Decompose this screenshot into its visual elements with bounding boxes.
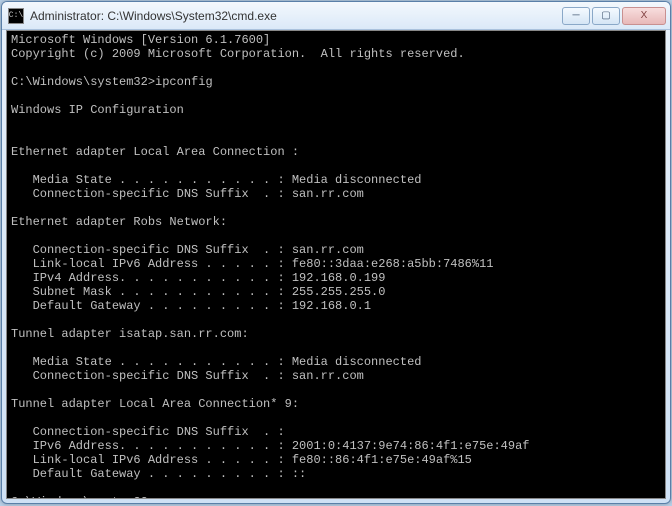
titlebar[interactable]: C:\ Administrator: C:\Windows\System32\c…	[2, 2, 670, 30]
dns-suffix: Connection-specific DNS Suffix . :	[11, 425, 285, 439]
terminal-output[interactable]: Microsoft Windows [Version 6.1.7600] Cop…	[6, 30, 666, 499]
default-gateway: Default Gateway . . . . . . . . . : 192.…	[11, 299, 371, 313]
dns-suffix: Connection-specific DNS Suffix . : san.r…	[11, 369, 364, 383]
default-gateway: Default Gateway . . . . . . . . . : ::	[11, 467, 306, 481]
dns-suffix: Connection-specific DNS Suffix . : san.r…	[11, 243, 364, 257]
window-buttons: ─ ▢ X	[562, 7, 666, 25]
maximize-button[interactable]: ▢	[592, 7, 620, 25]
ipv6-address: IPv6 Address. . . . . . . . . . . : 2001…	[11, 439, 529, 453]
adapter-header: Tunnel adapter isatap.san.rr.com:	[11, 327, 249, 341]
prompt-path: C:\Windows\system32>	[11, 495, 155, 499]
minimize-button[interactable]: ─	[562, 7, 590, 25]
prompt-path: C:\Windows\system32>	[11, 75, 155, 89]
cmd-window: C:\ Administrator: C:\Windows\System32\c…	[1, 1, 671, 504]
ipconfig-header: Windows IP Configuration	[11, 103, 184, 117]
version-line: Microsoft Windows [Version 6.1.7600]	[11, 33, 270, 47]
window-title: Administrator: C:\Windows\System32\cmd.e…	[30, 9, 562, 23]
subnet-mask: Subnet Mask . . . . . . . . . . . : 255.…	[11, 285, 385, 299]
adapter-header: Ethernet adapter Local Area Connection :	[11, 145, 299, 159]
cmd-icon: C:\	[8, 8, 24, 24]
adapter-header: Tunnel adapter Local Area Connection* 9:	[11, 397, 299, 411]
dns-suffix: Connection-specific DNS Suffix . : san.r…	[11, 187, 364, 201]
ipv4-address: IPv4 Address. . . . . . . . . . . : 192.…	[11, 271, 385, 285]
media-state: Media State . . . . . . . . . . . : Medi…	[11, 173, 421, 187]
link-local-ipv6: Link-local IPv6 Address . . . . . : fe80…	[11, 257, 493, 271]
close-button[interactable]: X	[622, 7, 666, 25]
command-input: ipconfig	[155, 75, 213, 89]
media-state: Media State . . . . . . . . . . . : Medi…	[11, 355, 421, 369]
link-local-ipv6: Link-local IPv6 Address . . . . . : fe80…	[11, 453, 472, 467]
adapter-header: Ethernet adapter Robs Network:	[11, 215, 227, 229]
copyright-line: Copyright (c) 2009 Microsoft Corporation…	[11, 47, 465, 61]
